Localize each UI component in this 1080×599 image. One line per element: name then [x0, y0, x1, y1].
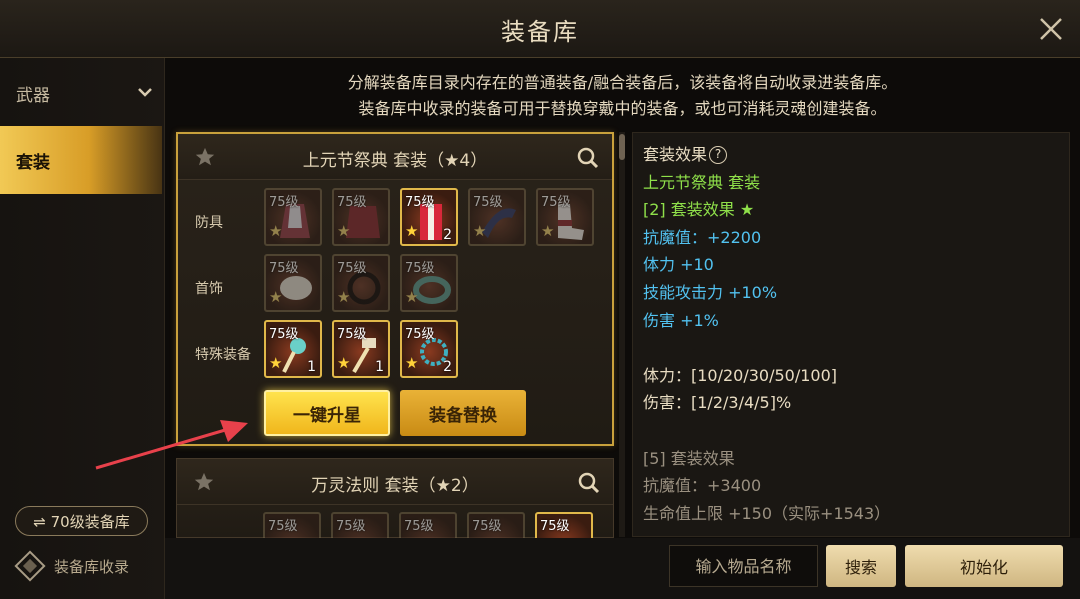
set-effect-line: 伤害 +1% — [643, 310, 719, 330]
set-effect-line — [643, 334, 1059, 362]
star-icon: ★ — [269, 288, 283, 306]
item-search-input[interactable] — [669, 545, 818, 587]
description-line-2: 装备库中收录的装备可用于替换穿戴中的装备，或也可消耗灵魂创建装备。 — [358, 99, 887, 118]
set-effect-panel: 套装效果? 上元节祭典 套装 [2] 套装效果 ★ 抗魔值：+2200 体力 +10 技… — [632, 132, 1070, 537]
sidebar-item-label: 套装 — [16, 152, 50, 173]
set-effect-line: 生命值上限 +150（实际+1543） — [643, 503, 891, 523]
equipment-slot[interactable]: 75级 ★ — [400, 254, 458, 312]
set-effect-line: [5] 套装效果 — [643, 448, 735, 468]
suit-card-shangyuan[interactable]: 上元节祭典 套装（★4） 防具 首饰 特殊装备 75级 ★ 75级 ★ 75级 … — [176, 132, 614, 446]
suit-title: 上元节祭典 套装（★4） — [302, 151, 488, 171]
item-level: 75级 — [269, 195, 299, 210]
set-effect-lines: 上元节祭典 套装 [2] 套装效果 ★ 抗魔值：+2200 体力 +10 技能攻击力 +… — [643, 169, 1059, 528]
item-level: 75级 — [269, 261, 299, 276]
star-icon: ★ — [405, 288, 419, 306]
row-label-accessory: 首饰 — [195, 281, 223, 297]
set-effect-line: 体力：[10/20/30/50/100] — [643, 365, 838, 385]
item-level: 75级 — [405, 327, 435, 342]
collection-label: 装备库收录 — [54, 557, 130, 576]
item-count: 1 — [375, 359, 384, 375]
item-level: 75级 — [405, 261, 435, 276]
row-label-armor: 防具 — [195, 215, 223, 231]
description-line-1: 分解装备库目录内存在的普通装备/融合装备后，该装备将自动收录进装备库。 — [347, 73, 898, 92]
set-effect-line: 上元节祭典 套装 — [643, 172, 761, 192]
set-effect-line: 技能攻击力 +10% — [643, 282, 778, 302]
equipment-slot[interactable]: 75级 ★ — [536, 188, 594, 246]
star-icon: ★ — [337, 288, 351, 306]
library-description: 分解装备库目录内存在的普通装备/融合装备后，该装备将自动收录进装备库。 装备库中… — [165, 70, 1080, 122]
equipment-slot[interactable]: 75级 ★ — [332, 188, 390, 246]
suit-card-header: 上元节祭典 套装（★4） — [178, 134, 612, 180]
window-title: 装备库 — [501, 18, 579, 46]
sidebar-item-suit[interactable]: 套装 — [0, 126, 162, 194]
item-level: 75级 — [336, 519, 366, 534]
help-icon[interactable]: ? — [709, 146, 728, 164]
level-70-library-button[interactable]: ⇌ 70级装备库 — [15, 506, 148, 536]
equipment-slot[interactable]: 75级 ★ 1 — [264, 320, 322, 378]
zoom-icon[interactable] — [577, 471, 601, 495]
suit-card-header: 万灵法则 套装（★2） — [177, 459, 613, 505]
star-icon: ★ — [337, 222, 351, 240]
star-icon: ★ — [337, 354, 351, 372]
item-level: 75级 — [472, 519, 502, 534]
star-icon: ★ — [405, 354, 419, 372]
chevron-down-icon — [138, 88, 152, 97]
item-level: 75级 — [337, 327, 367, 342]
item-level: 75级 — [473, 195, 503, 210]
set-effect-line: 抗魔值：+3400 — [643, 476, 762, 496]
one-click-upgrade-button[interactable]: 一键升星 — [264, 390, 390, 436]
item-level: 75级 — [540, 519, 570, 534]
suit-card-wanling[interactable]: 万灵法则 套装（★2） 75级 75级 75级 75级 75级 — [176, 458, 614, 570]
set-effect-line: 体力 +10 — [643, 255, 714, 275]
scrollbar-thumb[interactable] — [619, 134, 625, 160]
equipment-slot[interactable]: 75级 ★ — [264, 188, 322, 246]
sidebar: 武器 套装 ⇌ 70级装备库 装备库收录 — [0, 58, 165, 599]
item-level: 75级 — [269, 327, 299, 342]
zoom-icon[interactable] — [576, 146, 600, 170]
set-effect-title: 套装效果 — [643, 145, 708, 164]
suit-title: 万灵法则 套装（★2） — [311, 476, 479, 496]
equipment-replace-button[interactable]: 装备替换 — [400, 390, 526, 436]
title-bar: 装备库 — [0, 0, 1080, 58]
star-icon: ★ — [269, 354, 283, 372]
item-level: 75级 — [268, 519, 298, 534]
set-effect-line: 伤害：[1/2/3/4/5]% — [643, 393, 792, 413]
equipment-slot[interactable]: 75级 ★ 2 — [400, 188, 458, 246]
row-label-special: 特殊装备 — [195, 347, 251, 363]
equipment-slot[interactable]: 75级 ★ 1 — [332, 320, 390, 378]
item-count: 2 — [443, 227, 452, 243]
close-icon[interactable] — [1036, 14, 1066, 44]
star-icon: ★ — [405, 222, 419, 240]
equipment-slot[interactable]: 75级 ★ 2 — [400, 320, 458, 378]
equipment-slot[interactable]: 75级 ★ — [468, 188, 526, 246]
library-collection-button[interactable]: 装备库收录 — [14, 550, 129, 582]
reset-button[interactable]: 初始化 — [905, 545, 1063, 587]
star-icon: ★ — [473, 222, 487, 240]
equipment-slot[interactable]: 75级 ★ — [264, 254, 322, 312]
scrollbar-track[interactable] — [619, 132, 625, 537]
item-count: 1 — [307, 359, 316, 375]
equipment-slot[interactable]: 75级 ★ — [332, 254, 390, 312]
star-icon: ★ — [541, 222, 555, 240]
set-effect-line: 抗魔值：+2200 — [643, 227, 762, 247]
star-icon: ★ — [269, 222, 283, 240]
sidebar-item-label: 武器 — [16, 85, 50, 106]
sidebar-item-weapon[interactable]: 武器 — [0, 60, 162, 126]
item-level: 75级 — [337, 195, 367, 210]
item-level: 75级 — [405, 195, 435, 210]
search-button[interactable]: 搜索 — [826, 545, 896, 587]
collection-icon — [14, 550, 46, 582]
set-effect-header: 套装效果? — [643, 141, 1059, 169]
item-count: 2 — [443, 359, 452, 375]
set-effect-line — [643, 417, 1059, 445]
item-level: 75级 — [404, 519, 434, 534]
set-effect-line: [2] 套装效果 ★ — [643, 200, 755, 220]
item-level: 75级 — [541, 195, 571, 210]
item-level: 75级 — [337, 261, 367, 276]
